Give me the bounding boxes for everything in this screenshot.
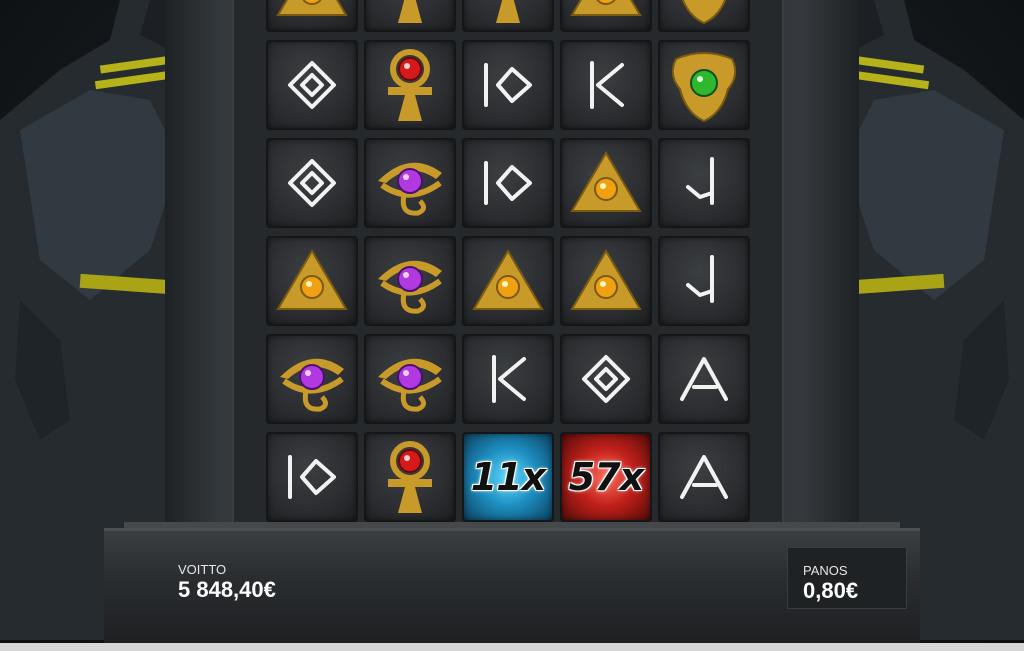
pyramid-symbol-icon <box>276 249 348 310</box>
pyramid-symbol <box>266 236 358 326</box>
rune-diamond-symbol <box>266 40 358 130</box>
pyramid-symbol <box>560 138 652 228</box>
ankh-symbol <box>364 432 456 522</box>
ankh-symbol <box>462 0 554 32</box>
win-label: VOITTO <box>178 562 227 577</box>
pyramid-symbol-icon <box>472 249 544 310</box>
rune-diamond-symbol-icon <box>288 61 336 109</box>
scarab-symbol <box>658 0 750 32</box>
rune-diamond-symbol <box>266 138 358 228</box>
rune-j-symbol <box>658 236 750 326</box>
win-amount: 5 848,40€ <box>178 577 276 602</box>
pyramid-symbol-icon <box>570 0 642 16</box>
rune-io-symbol <box>266 432 358 522</box>
pyramid-symbol-icon <box>570 249 642 310</box>
rune-j-symbol-icon <box>686 255 714 303</box>
rune-io-symbol-icon <box>288 455 336 499</box>
pyramid-symbol <box>560 236 652 326</box>
eye-of-horus-symbol-icon <box>378 260 442 314</box>
pyramid-symbol <box>266 0 358 32</box>
rune-diamond-symbol-icon <box>288 159 336 207</box>
rune-k-symbol-icon <box>590 61 624 109</box>
rune-j-symbol <box>658 138 750 228</box>
eye-of-horus-symbol <box>364 236 456 326</box>
eye-of-horus-symbol-icon <box>378 358 442 412</box>
bet-panel[interactable]: PANOS 0,80€ <box>788 548 906 608</box>
eye-of-horus-symbol <box>364 334 456 424</box>
rune-diamond-symbol <box>560 334 652 424</box>
bet-amount: 0,80€ <box>803 578 859 603</box>
multiplier-orb-red: 57x <box>560 432 652 522</box>
ankh-symbol-icon <box>496 0 520 23</box>
eye-of-horus-symbol-icon <box>378 162 442 216</box>
multiplier-orb-blue: 11x <box>462 432 554 522</box>
ankh-symbol <box>364 0 456 32</box>
rune-k-symbol <box>560 40 652 130</box>
rune-j-symbol-icon <box>686 157 714 205</box>
rune-a-symbol-icon <box>680 357 728 401</box>
ankh-symbol <box>364 40 456 130</box>
rune-io-symbol-icon <box>484 63 532 107</box>
rune-diamond-symbol-icon <box>582 355 630 403</box>
pyramid-symbol <box>462 236 554 326</box>
multiplier-value: 57x <box>568 455 644 499</box>
ankh-symbol-icon <box>388 49 432 121</box>
scarab-symbol-icon <box>681 0 727 25</box>
pyramid-symbol <box>560 0 652 32</box>
ankh-symbol-icon <box>398 0 422 23</box>
scarab-symbol <box>658 40 750 130</box>
rune-a-symbol <box>658 334 750 424</box>
multiplier-value: 11x <box>470 455 546 499</box>
reel-grid: 11x 57x <box>262 0 762 530</box>
rune-a-symbol-icon <box>680 455 728 499</box>
pyramid-symbol-icon <box>276 0 348 16</box>
rune-io-symbol-icon <box>484 161 532 205</box>
bottom-bar <box>0 643 1024 651</box>
eye-of-horus-symbol <box>266 334 358 424</box>
eye-of-horus-symbol-icon <box>280 358 344 412</box>
pyramid-symbol-icon <box>570 151 642 212</box>
rune-k-symbol-icon <box>492 355 526 403</box>
ankh-symbol-icon <box>388 441 432 513</box>
eye-of-horus-symbol <box>364 138 456 228</box>
rune-io-symbol <box>462 138 554 228</box>
bet-label: PANOS <box>803 563 848 578</box>
rune-io-symbol <box>462 40 554 130</box>
rune-a-symbol <box>658 432 750 522</box>
rune-k-symbol <box>462 334 554 424</box>
scarab-symbol-icon <box>671 52 737 123</box>
